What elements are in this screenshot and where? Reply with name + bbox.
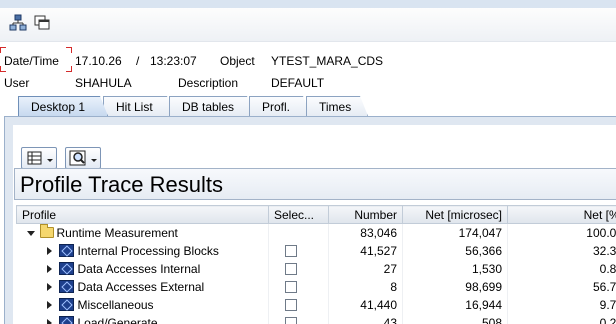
node-label: Internal Processing Blocks [77, 243, 219, 258]
object-value: YTEST_MARA_CDS [271, 54, 384, 68]
results-table: Profile Selec... Number Net [microsec] N… [16, 205, 616, 324]
collapse-arrow-icon[interactable] [26, 231, 35, 237]
description-label: Description [178, 76, 239, 90]
tree-cell: Data Accesses Internal [16, 259, 269, 278]
tree-cell: Miscellaneous [16, 295, 269, 314]
window-top-strip [0, 0, 616, 8]
select-cell [268, 241, 329, 260]
select-cell [268, 259, 329, 278]
column-header-select[interactable]: Selec... [268, 205, 329, 224]
net-percent-cell: 32.39 [507, 241, 616, 260]
net-microsec-cell: 508 [402, 313, 508, 324]
net-microsec-cell: 56,366 [402, 241, 508, 260]
tree-cell: Data Accesses External [16, 277, 269, 296]
table-row-load-generate[interactable]: Load/Generate 43 508 0.29 [16, 313, 616, 324]
folder-open-icon [39, 223, 54, 238]
magnifier-icon [69, 150, 97, 166]
number-cell: 83,046 [328, 223, 403, 242]
datetime-label[interactable]: Date/Time [4, 54, 59, 68]
object-label: Object [220, 54, 255, 68]
select-checkbox[interactable] [285, 281, 297, 294]
node-label: Load/Generate [77, 315, 158, 324]
layout-button[interactable] [21, 147, 57, 169]
tab-desktop-1[interactable]: Desktop 1 [18, 96, 108, 116]
select-cell [268, 295, 329, 314]
net-microsec-cell: 16,944 [402, 295, 508, 314]
user-value: SHAHULA [75, 76, 132, 90]
expand-arrow-icon[interactable] [46, 265, 52, 274]
column-header-net-percent[interactable]: Net [%] [507, 205, 616, 224]
table-header-row: Profile Selec... Number Net [microsec] N… [16, 205, 616, 224]
net-microsec-cell: 98,699 [402, 277, 508, 296]
expand-arrow-icon[interactable] [46, 301, 52, 310]
select-checkbox[interactable] [285, 245, 297, 258]
date-time-separator: / [136, 54, 140, 68]
date-value: 17.10.26 [75, 54, 122, 68]
trace-node-icon [58, 297, 74, 311]
expand-arrow-icon[interactable] [46, 283, 52, 292]
number-cell: 41,440 [328, 295, 403, 314]
trace-node-icon [58, 279, 74, 293]
layout-list-icon [27, 151, 53, 165]
tab-db-tables[interactable]: DB tables [169, 96, 255, 116]
tab-times[interactable]: Times [306, 96, 368, 116]
node-label: Data Accesses External [77, 279, 205, 294]
description-value: DEFAULT [271, 76, 325, 90]
select-cell [268, 223, 329, 242]
select-checkbox[interactable] [285, 299, 297, 312]
focus-corner-br [66, 66, 72, 72]
number-cell: 8 [328, 277, 403, 296]
tree-cell: Load/Generate [16, 313, 269, 324]
focus-corner-tl [0, 47, 6, 53]
application-toolbar [0, 8, 616, 42]
focus-corner-tr [66, 47, 72, 53]
alv-toolbar [21, 147, 111, 169]
time-value: 13:23:07 [150, 54, 197, 68]
find-button[interactable] [65, 147, 101, 169]
net-percent-cell: 0.29 [507, 313, 616, 324]
select-checkbox[interactable] [285, 263, 297, 276]
new-window-icon[interactable] [33, 14, 51, 32]
tab-hit-list[interactable]: Hit List [103, 96, 175, 116]
net-microsec-cell: 1,530 [402, 259, 508, 278]
user-label: User [4, 76, 30, 90]
expand-arrow-icon[interactable] [46, 247, 52, 256]
net-percent-cell: 0.88 [507, 259, 616, 278]
net-percent-cell: 100.00 [507, 223, 616, 242]
page-title: Profile Trace Results [14, 168, 616, 200]
number-cell: 27 [328, 259, 403, 278]
select-cell [268, 277, 329, 296]
table-row-miscellaneous[interactable]: Miscellaneous 41,440 16,944 9.74 [16, 295, 616, 314]
node-label: Miscellaneous [77, 297, 154, 312]
node-label: Data Accesses Internal [77, 261, 201, 276]
column-header-net-microsec[interactable]: Net [microsec] [402, 205, 508, 224]
tree-cell: Runtime Measurement [16, 223, 269, 242]
tree-cell: Internal Processing Blocks [16, 241, 269, 260]
table-row-data-accesses-internal[interactable]: Data Accesses Internal 27 1,530 0.88 [16, 259, 616, 278]
select-cell [268, 313, 329, 324]
net-percent-cell: 56.71 [507, 277, 616, 296]
table-row-runtime-measurement[interactable]: Runtime Measurement 83,046 174,047 100.0… [16, 223, 616, 242]
select-checkbox[interactable] [285, 317, 297, 324]
trace-node-icon [58, 261, 74, 275]
table-row-data-accesses-external[interactable]: Data Accesses External 8 98,699 56.71 [16, 277, 616, 296]
number-cell: 43 [328, 313, 403, 324]
trace-node-icon [58, 243, 74, 257]
net-percent-cell: 9.74 [507, 295, 616, 314]
column-header-number[interactable]: Number [328, 205, 403, 224]
tab-strip: Desktop 1 Hit List DB tables Profl. Time… [0, 94, 616, 116]
number-cell: 41,527 [328, 241, 403, 260]
trace-node-icon [58, 315, 74, 324]
column-header-profile[interactable]: Profile [16, 205, 269, 224]
node-label: Runtime Measurement [56, 225, 178, 240]
table-row-internal-processing-blocks[interactable]: Internal Processing Blocks 41,527 56,366… [16, 241, 616, 260]
net-microsec-cell: 174,047 [402, 223, 508, 242]
hierarchy-tree-icon[interactable] [9, 14, 27, 32]
expand-arrow-icon[interactable] [46, 319, 52, 324]
tab-profl[interactable]: Profl. [249, 96, 311, 116]
